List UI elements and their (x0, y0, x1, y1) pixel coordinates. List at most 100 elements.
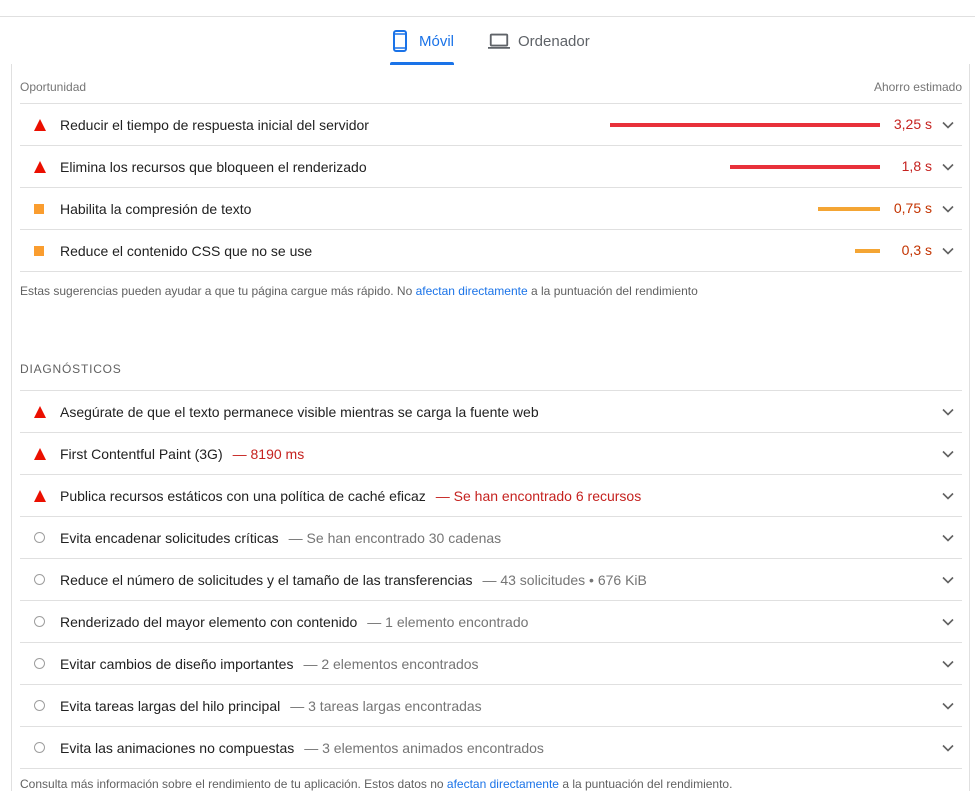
status-indicator (20, 742, 60, 753)
chevron-down-icon[interactable] (942, 161, 954, 173)
fail-triangle-icon (34, 405, 46, 418)
diagnostic-detail: — 8190 ms (232, 445, 305, 462)
diagnostic-detail: — 1 elemento encontrado (367, 613, 529, 630)
diagnostic-title: Reduce el número de solicitudes y el tam… (60, 571, 473, 588)
status-indicator (20, 616, 60, 627)
savings-bar (818, 207, 880, 211)
savings-value: 3,25 s (893, 116, 932, 132)
diagnostic-row[interactable]: Evita tareas largas del hilo principal — … (20, 685, 962, 727)
opportunities-note: Estas sugerencias pueden ayudar a que tu… (20, 272, 962, 298)
status-indicator (20, 574, 60, 585)
savings-bar-track (730, 165, 880, 169)
diagnostic-detail: — Se han encontrado 6 recursos (435, 487, 642, 504)
impact-link[interactable]: afectan directamente (447, 777, 559, 791)
savings-value: 0,75 s (893, 200, 932, 216)
info-circle-icon (34, 658, 45, 669)
diagnostic-row[interactable]: Asegúrate de que el texto permanece visi… (20, 391, 962, 433)
opportunity-title: Reduce el contenido CSS que no se use (60, 242, 313, 259)
opportunity-row[interactable]: Elimina los recursos que bloqueen el ren… (20, 146, 962, 188)
status-indicator (20, 447, 60, 460)
diagnostic-title: Evita las animaciones no compuestas (60, 739, 295, 756)
diagnostic-row[interactable]: Reduce el número de solicitudes y el tam… (20, 559, 962, 601)
diagnostic-row[interactable]: Renderizado del mayor elemento con conte… (20, 601, 962, 643)
chevron-down-icon[interactable] (942, 119, 954, 131)
opportunity-row[interactable]: Reducir el tiempo de respuesta inicial d… (20, 104, 962, 146)
status-indicator (20, 118, 60, 131)
laptop-icon (488, 29, 510, 53)
average-square-icon (34, 245, 44, 256)
status-indicator (20, 160, 60, 173)
tab-desktop[interactable]: Ordenador (488, 17, 598, 65)
diagnostic-title: Asegúrate de que el texto permanece visi… (60, 403, 539, 420)
chevron-down-icon[interactable] (942, 490, 954, 502)
opportunity-title: Reducir el tiempo de respuesta inicial d… (60, 116, 369, 133)
status-indicator (20, 489, 60, 502)
chevron-down-icon[interactable] (942, 448, 954, 460)
diagnostic-title: Evitar cambios de diseño importantes (60, 655, 294, 672)
status-indicator (20, 700, 60, 711)
fail-triangle-icon (34, 160, 46, 173)
opportunity-row[interactable]: Reduce el contenido CSS que no se use 0,3… (20, 230, 962, 272)
device-tabs: Móvil Ordenador (0, 17, 975, 65)
diagnostic-row[interactable]: Publica recursos estáticos con una polít… (20, 475, 962, 517)
note-text-end: a la puntuación del rendimiento (527, 284, 698, 298)
diagnostic-row[interactable]: Evita encadenar solicitudes críticas — Se… (20, 517, 962, 559)
diagnostics-title: DIAGNÓSTICOS (20, 360, 962, 391)
opportunity-row[interactable]: Habilita la compresión de texto 0,75 s (20, 188, 962, 230)
diagnostic-title: Renderizado del mayor elemento con conte… (60, 613, 358, 630)
chevron-down-icon[interactable] (942, 203, 954, 215)
diagnostics-list: Asegúrate de que el texto permanece visi… (20, 391, 962, 769)
chevron-down-icon[interactable] (942, 700, 954, 712)
savings-value: 0,3 s (901, 242, 932, 258)
info-circle-icon (34, 574, 45, 585)
savings-bar-track (610, 123, 880, 127)
diagnostic-detail: — 3 elementos animados encontrados (304, 739, 544, 756)
fail-triangle-icon (34, 118, 46, 131)
status-indicator (20, 405, 60, 418)
chevron-down-icon[interactable] (942, 616, 954, 628)
opportunity-title: Habilita la compresión de texto (60, 200, 252, 217)
tab-mobile[interactable]: Móvil (390, 17, 454, 65)
diagnostic-detail: — 2 elementos encontrados (303, 655, 479, 672)
chevron-down-icon[interactable] (942, 658, 954, 670)
lighthouse-report: Móvil Ordenador Oportunidad Ahorro estim… (0, 0, 975, 791)
left-border (11, 64, 12, 791)
fail-triangle-icon (34, 489, 46, 502)
right-border (969, 64, 970, 791)
tab-mobile-label: Móvil (418, 32, 454, 50)
opportunity-title: Elimina los recursos que bloqueen el ren… (60, 158, 367, 175)
chevron-down-icon[interactable] (942, 742, 954, 754)
status-indicator (20, 245, 60, 256)
diagnostic-detail: — 43 solicitudes • 676 KiB (482, 571, 647, 588)
chevron-down-icon[interactable] (942, 406, 954, 418)
smartphone-icon (390, 29, 411, 53)
chevron-down-icon[interactable] (942, 245, 954, 257)
status-indicator (20, 203, 60, 214)
chevron-down-icon[interactable] (942, 574, 954, 586)
tab-desktop-label: Ordenador (518, 32, 590, 50)
diagnostic-row[interactable]: First Contentful Paint (3G) — 8190 ms (20, 433, 962, 475)
diagnostic-row[interactable]: Evita las animaciones no compuestas — 3 e… (20, 727, 962, 769)
savings-bar (610, 123, 880, 127)
audit-content: Oportunidad Ahorro estimado Reducir el t… (20, 72, 962, 791)
savings-value: 1,8 s (901, 158, 932, 174)
savings-bar-track (818, 207, 880, 211)
info-circle-icon (34, 742, 45, 753)
diagnostic-row[interactable]: Evitar cambios de diseño importantes — 2 … (20, 643, 962, 685)
fail-triangle-icon (34, 447, 46, 460)
note-text-end: a la puntuación del rendimiento. (558, 777, 733, 791)
average-square-icon (34, 203, 44, 214)
diagnostic-title: Evita encadenar solicitudes críticas (60, 529, 279, 546)
opportunity-column-header: Oportunidad (20, 80, 87, 94)
active-tab-indicator (390, 62, 454, 65)
chevron-down-icon[interactable] (942, 532, 954, 544)
diagnostics-note: Consulta más información sobre el rendim… (20, 769, 962, 791)
info-circle-icon (34, 532, 45, 543)
note-text: Consulta más información sobre el rendim… (20, 777, 447, 791)
diagnostic-detail: — Se han encontrado 30 cadenas (288, 529, 502, 546)
diagnostic-title: First Contentful Paint (3G) (60, 445, 223, 462)
impact-link[interactable]: afectan directamente (416, 284, 528, 298)
savings-column-header: Ahorro estimado (873, 80, 962, 94)
opportunities-header: Oportunidad Ahorro estimado (20, 72, 962, 104)
diagnostic-detail: — 3 tareas largas encontradas (290, 697, 482, 714)
